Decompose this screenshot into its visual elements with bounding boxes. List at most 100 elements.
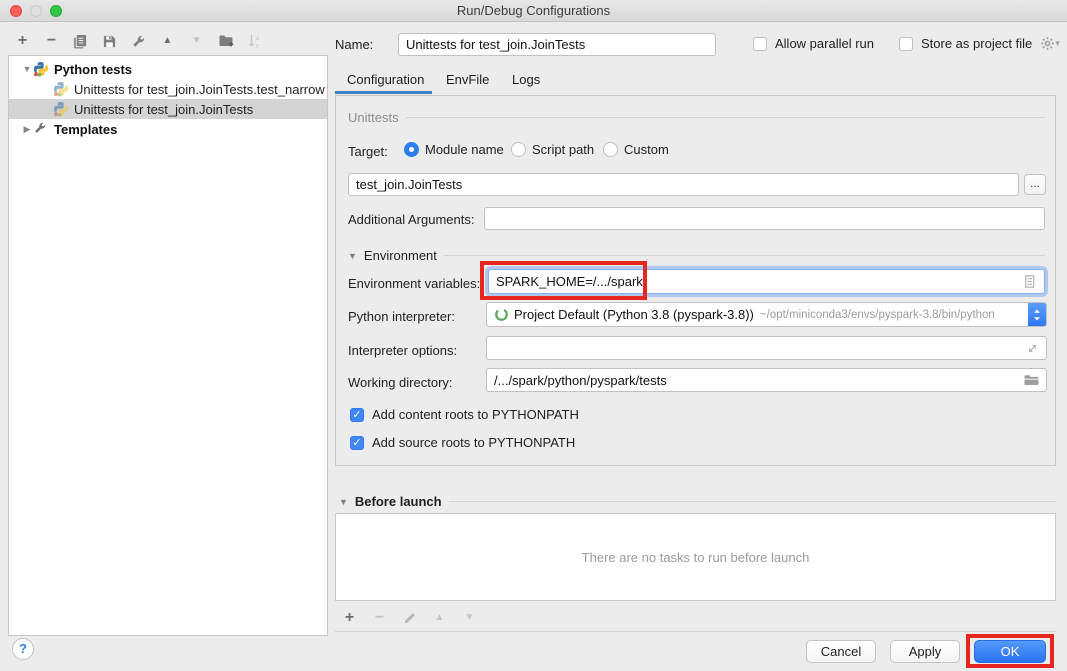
store-as-project-file-checkbox-row[interactable]: Store as project file ▾ (899, 36, 1060, 51)
tree-item-label: Templates (54, 122, 117, 137)
cancel-button[interactable]: Cancel (806, 640, 876, 663)
configuration-panel: Unittests Target: Module name Script pat… (335, 95, 1056, 466)
allow-parallel-run-checkbox-row[interactable]: Allow parallel run (753, 36, 874, 51)
tree-item-python-tests[interactable]: ▼ Python tests (9, 59, 327, 79)
add-content-roots-row[interactable]: ✓ Add content roots to PYTHONPATH (350, 407, 579, 422)
python-tests-icon (33, 61, 49, 77)
edit-task-pencil-icon[interactable] (401, 609, 418, 626)
section-divider (406, 117, 1045, 118)
configurations-tree: ▼ Python tests Unittests for test_join.J… (8, 55, 328, 636)
tab-configuration[interactable]: Configuration (347, 72, 424, 87)
interpreter-options-label: Interpreter options: (348, 343, 457, 358)
browse-button[interactable]: ... (1024, 174, 1046, 195)
move-down-icon[interactable]: ▼ (188, 33, 205, 50)
radio-custom-button[interactable] (603, 142, 618, 157)
env-vars-list-icon[interactable] (1022, 274, 1037, 289)
python-interpreter-value: Project Default (Python 3.8 (pyspark-3.8… (514, 307, 754, 322)
tree-item-templates[interactable]: ▶ Templates (9, 119, 327, 139)
active-tab-indicator (335, 91, 432, 94)
python-interpreter-path: ~/opt/miniconda3/envs/pyspark-3.8/bin/py… (760, 309, 995, 321)
radio-module-name[interactable]: Module name (404, 142, 504, 157)
tree-item-unittests-jointests-selected[interactable]: Unittests for test_join.JoinTests (9, 99, 327, 119)
window-title: Run/Debug Configurations (0, 0, 1067, 21)
gear-dropdown-arrow-icon: ▾ (1055, 38, 1060, 49)
radio-custom-label: Custom (624, 142, 669, 157)
python-test-icon (53, 101, 69, 117)
python-interpreter-label: Python interpreter: (348, 309, 455, 324)
working-directory-value: /.../spark/python/pyspark/tests (494, 373, 667, 388)
store-as-project-file-label: Store as project file (921, 36, 1032, 51)
move-task-up-icon[interactable]: ▲ (431, 609, 448, 626)
tab-logs[interactable]: Logs (512, 72, 540, 87)
interpreter-options-input[interactable] (486, 336, 1047, 360)
before-launch-section-header[interactable]: ▼ Before launch (339, 494, 1056, 509)
remove-configuration-button[interactable]: − (43, 33, 60, 50)
before-launch-task-list: There are no tasks to run before launch (335, 513, 1056, 601)
before-launch-section-title: Before launch (355, 494, 442, 509)
unittests-section-title: Unittests (348, 110, 399, 125)
folder-icon[interactable] (1023, 372, 1039, 388)
annotation-box-env-vars (480, 261, 647, 300)
target-label: Target: (348, 144, 388, 159)
chevron-down-icon[interactable]: ▼ (348, 251, 357, 261)
edit-templates-wrench-icon[interactable] (130, 33, 147, 50)
radio-module-name-label: Module name (425, 142, 504, 157)
working-directory-input[interactable]: /.../spark/python/pyspark/tests (486, 368, 1047, 392)
tree-item-label: Unittests for test_join.JoinTests (74, 102, 253, 117)
section-divider (449, 501, 1056, 502)
chevron-down-icon[interactable]: ▼ (339, 497, 348, 507)
gear-icon[interactable]: ▾ (1040, 36, 1060, 51)
add-source-roots-row[interactable]: ✓ Add source roots to PYTHONPATH (350, 435, 575, 450)
tree-item-label: Python tests (54, 62, 132, 77)
radio-module-name-button[interactable] (404, 142, 419, 157)
expand-field-icon[interactable] (1026, 342, 1039, 355)
save-configuration-icon[interactable] (101, 33, 118, 50)
copy-configuration-icon[interactable] (72, 33, 89, 50)
apply-button[interactable]: Apply (890, 640, 960, 663)
add-source-roots-label: Add source roots to PYTHONPATH (372, 435, 575, 450)
move-up-icon[interactable]: ▲ (159, 33, 176, 50)
allow-parallel-run-checkbox[interactable] (753, 37, 767, 51)
add-source-roots-checkbox[interactable]: ✓ (350, 436, 364, 450)
environment-section-title: Environment (364, 248, 437, 263)
tree-item-label: Unittests for test_join.JoinTests.test_n… (74, 82, 325, 97)
configurations-toolbar: + − ▲ ▼ az (14, 31, 263, 51)
remove-task-button[interactable]: − (371, 609, 388, 626)
environment-variables-label: Environment variables: (348, 276, 480, 291)
zoom-button[interactable] (50, 5, 62, 17)
radio-script-path-button[interactable] (511, 142, 526, 157)
sort-configurations-icon[interactable]: az (246, 33, 263, 50)
add-configuration-button[interactable]: + (14, 33, 31, 50)
add-task-button[interactable]: + (341, 609, 358, 626)
environment-section-header[interactable]: ▼ Environment (348, 248, 1045, 263)
tab-envfile[interactable]: EnvFile (446, 72, 489, 87)
target-module-input[interactable]: test_join.JoinTests (348, 173, 1019, 196)
tree-item-unittests-test-narrow[interactable]: Unittests for test_join.JoinTests.test_n… (9, 79, 327, 99)
footer-divider (335, 631, 1056, 632)
titlebar: Run/Debug Configurations (0, 0, 1067, 22)
add-content-roots-label: Add content roots to PYTHONPATH (372, 407, 579, 422)
additional-arguments-label: Additional Arguments: (348, 212, 474, 227)
store-as-project-file-checkbox[interactable] (899, 37, 913, 51)
select-spinner-icon[interactable] (1028, 303, 1046, 326)
radio-script-path-label: Script path (532, 142, 594, 157)
close-button[interactable] (10, 5, 22, 17)
help-button[interactable]: ? (12, 638, 34, 660)
chevron-down-icon[interactable]: ▼ (21, 64, 33, 74)
add-content-roots-checkbox[interactable]: ✓ (350, 408, 364, 422)
radio-script-path[interactable]: Script path (511, 142, 594, 157)
before-launch-empty-message: There are no tasks to run before launch (582, 550, 810, 565)
name-input[interactable]: Unittests for test_join.JoinTests (398, 33, 716, 56)
chevron-right-icon[interactable]: ▶ (21, 124, 33, 135)
python-interpreter-select[interactable]: Project Default (Python 3.8 (pyspark-3.8… (486, 302, 1047, 327)
radio-custom[interactable]: Custom (603, 142, 669, 157)
run-debug-configurations-dialog: Run/Debug Configurations + − ▲ ▼ az ▼ Py (0, 0, 1067, 671)
additional-arguments-input[interactable] (484, 207, 1045, 230)
unittests-section-header: Unittests (348, 110, 1045, 125)
svg-text:a: a (255, 35, 259, 42)
conda-env-icon (494, 307, 509, 322)
python-test-icon (53, 81, 69, 97)
move-task-down-icon[interactable]: ▼ (461, 609, 478, 626)
new-folder-icon[interactable] (217, 33, 234, 50)
allow-parallel-run-label: Allow parallel run (775, 36, 874, 51)
